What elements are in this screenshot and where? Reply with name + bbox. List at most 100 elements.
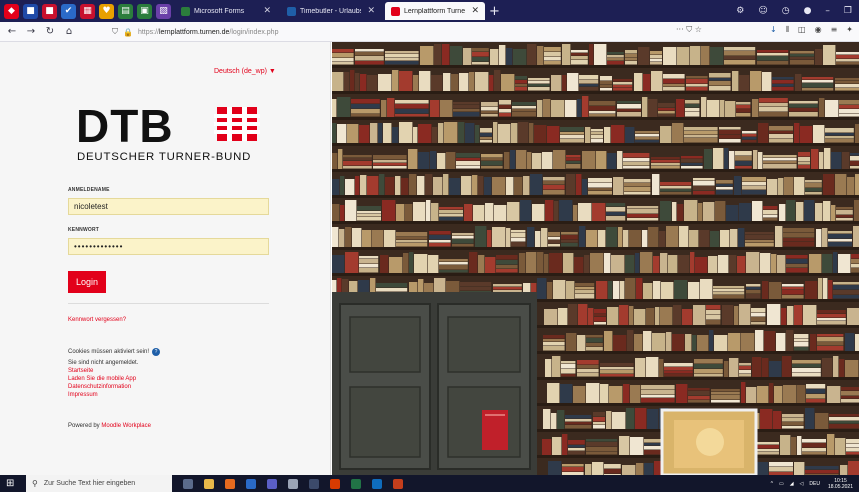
pinned-tab-8[interactable]: ▣ [137, 3, 152, 19]
help-icon[interactable]: ? [152, 348, 161, 356]
forward-icon[interactable]: → [24, 26, 38, 37]
file-explorer-icon[interactable] [204, 478, 214, 489]
pinned-tab-9[interactable]: ▧ [156, 3, 171, 19]
more-icon[interactable]: ··· [676, 25, 684, 34]
tab-title: Lernplattform Turnen: Hier kön [404, 7, 466, 15]
pinned-tab-5[interactable]: ▦ [80, 3, 95, 19]
browser-window: ◆ ■ ■ ✔ ▦ ♥ ▤ ▣ ▧ Microsoft Forms ✕ Time… [0, 0, 859, 492]
pinned-tab-1[interactable]: ◆ [4, 3, 19, 19]
password-input[interactable]: ••••••••••••• [68, 238, 269, 255]
office-icon[interactable] [330, 478, 340, 489]
powered-by: Powered by Moodle Workplace [68, 423, 151, 429]
shield-icon: ◆ [8, 6, 15, 16]
url-prefix: https:// [137, 28, 159, 36]
link-startseite[interactable]: Startseite [68, 368, 93, 374]
moodle-workplace-link[interactable]: Moodle Workplace [101, 423, 151, 429]
library-icon[interactable]: ⫴ [786, 25, 789, 35]
reload-icon[interactable]: ↻ [43, 26, 57, 37]
app-icon: ■ [45, 6, 54, 16]
logo-emblem [214, 107, 260, 141]
extension-icon[interactable]: ◉ [815, 25, 822, 35]
link-privacy[interactable]: Datenschutzinformation [68, 384, 131, 390]
close-icon[interactable]: ✕ [263, 6, 271, 16]
image-icon: ▧ [159, 6, 168, 16]
clock-date: 18.05.2021 [827, 483, 853, 490]
doc-icon: ▣ [140, 6, 149, 16]
new-tab-icon[interactable]: + [489, 4, 500, 19]
powerpoint-icon[interactable] [393, 478, 403, 489]
link-mobile-app[interactable]: Laden Sie die mobile App [68, 376, 136, 382]
url-actions: ··· ⛉ ☆ [676, 25, 702, 35]
logo-text: DTB [76, 104, 174, 152]
bookshelf-background-image [332, 42, 859, 475]
clock[interactable]: 10:15 18.05.2021 [828, 478, 853, 490]
pinned-tab-4[interactable]: ✔ [61, 3, 76, 19]
clock-icon[interactable]: ◷ [782, 6, 790, 16]
search-icon: ⚲ [32, 479, 38, 488]
app-icon[interactable]: ● [804, 6, 812, 16]
url-path: /login/index.php [229, 28, 279, 36]
firefox-icon[interactable] [225, 478, 235, 489]
system-tray: ^ ▭ ◢ ◁ DEU 10:15 18.05.2021 [765, 475, 853, 492]
window-controls: ⚙ ☺ ◷ ● – ❐ [729, 0, 859, 22]
maximize-icon[interactable]: ❐ [844, 6, 852, 16]
close-icon[interactable]: ✕ [367, 6, 375, 16]
timebutler-icon [287, 6, 296, 16]
shield-icon[interactable]: ⛉ [112, 27, 118, 37]
back-icon[interactable]: ← [5, 26, 19, 37]
store-icon[interactable] [309, 478, 319, 489]
link-imprint[interactable]: Impressum [68, 392, 98, 398]
url-bar[interactable]: ⛉ 🔒 https://lernplattform.turnen.de/logi… [112, 25, 716, 39]
username-label: ANMELDENAME [68, 187, 110, 193]
username-input[interactable]: nicoletest [68, 198, 269, 215]
reader-icon[interactable]: ◫ [798, 25, 806, 35]
forgot-password-link[interactable]: Kennwort vergessen? [68, 317, 126, 323]
language-selector[interactable]: Deutsch (de_wp) ▼ [214, 68, 276, 75]
taskbar-search[interactable]: ⚲ Zur Suche Text hier eingeben [26, 475, 172, 492]
toolbar-right: ↓ ⫴ ◫ ◉ ≡ ✦ [761, 25, 853, 35]
network-icon[interactable]: ◢ [790, 481, 794, 487]
tab-microsoft-forms[interactable]: Microsoft Forms ✕ [175, 2, 277, 20]
app-icon[interactable] [246, 478, 256, 489]
tab-timebutler[interactable]: Timebutler - Urlaubsverwaltung ✕ [281, 2, 381, 20]
bookmark-star-icon[interactable]: ☆ [695, 25, 702, 34]
tab-bar: ◆ ■ ■ ✔ ▦ ♥ ▤ ▣ ▧ Microsoft Forms ✕ Time… [0, 0, 859, 22]
app-icon: ■ [26, 6, 35, 16]
tab-title: Timebutler - Urlaubsverwaltung [300, 7, 361, 15]
pinned-tab-6[interactable]: ♥ [99, 3, 114, 19]
excel-icon[interactable] [351, 478, 361, 489]
close-icon[interactable]: ✕ [471, 6, 479, 16]
home-icon[interactable]: ⌂ [62, 26, 76, 37]
chevron-up-icon[interactable]: ^ [771, 481, 773, 487]
windows-taskbar: ⊞ ⚲ Zur Suche Text hier eingeben ^ ▭ ◢ ◁… [0, 475, 859, 492]
lock-icon[interactable]: 🔒 [123, 28, 133, 37]
outlook-icon[interactable] [372, 478, 382, 489]
login-button[interactable]: Login [68, 271, 106, 293]
download-icon[interactable]: ↓ [770, 25, 777, 35]
pinned-tab-2[interactable]: ■ [23, 3, 38, 19]
puzzle-icon[interactable]: ✦ [846, 25, 853, 35]
tray-language[interactable]: DEU [809, 481, 820, 487]
heart-icon: ♥ [102, 6, 111, 16]
settings-icon[interactable]: ⚙ [736, 6, 744, 16]
pinned-tab-3[interactable]: ■ [42, 3, 57, 19]
windows-start-icon[interactable]: ⊞ [6, 478, 22, 489]
cookies-text: Cookies müssen aktiviert sein! [68, 349, 150, 355]
divider [68, 303, 269, 304]
settings-icon[interactable] [288, 478, 298, 489]
minimize-icon[interactable]: – [825, 6, 830, 16]
tab-lernplattform[interactable]: Lernplattform Turnen: Hier kön ✕ [385, 2, 485, 20]
account-icon[interactable]: ☺ [758, 6, 767, 16]
speaker-icon[interactable]: ◁ [800, 481, 804, 487]
navigation-bar: ← → ↻ ⌂ ⛉ 🔒 https://lernplattform.turnen… [0, 22, 859, 42]
menu-icon[interactable]: ≡ [831, 25, 838, 35]
task-view-icon[interactable] [183, 478, 193, 489]
login-status: Sie sind nicht angemeldet. [68, 360, 139, 366]
pinned-tab-7[interactable]: ▤ [118, 3, 133, 19]
login-panel: Deutsch (de_wp) ▼ DTB DEUTSCHER TURNER-B… [0, 42, 331, 475]
pocket-icon[interactable]: ⛉ [686, 25, 692, 34]
url-host: lernplattform.turnen.de [158, 28, 230, 36]
dtb-icon [391, 6, 400, 16]
teams-icon[interactable] [267, 478, 277, 489]
battery-icon[interactable]: ▭ [779, 481, 784, 487]
